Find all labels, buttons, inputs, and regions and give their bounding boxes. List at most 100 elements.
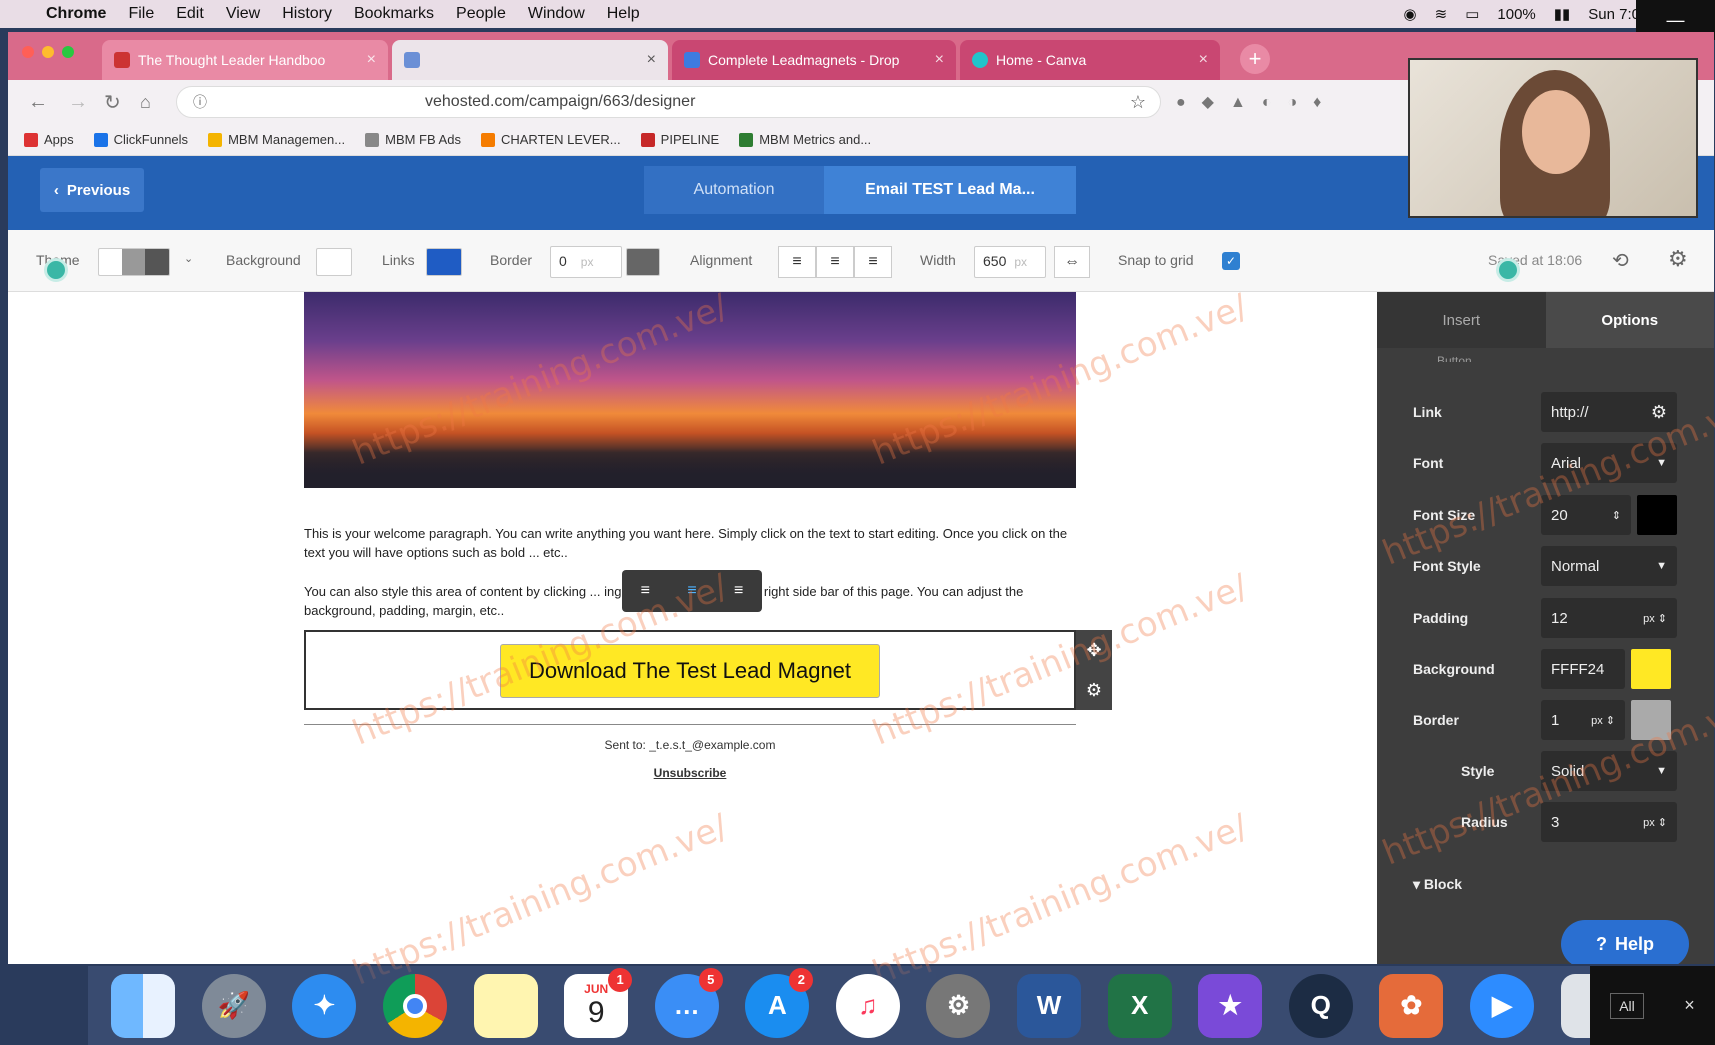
style-select[interactable]: Solid ▼	[1541, 751, 1677, 791]
link-input[interactable]: http:// ⚙	[1541, 392, 1677, 432]
word-icon[interactable]: W	[1017, 973, 1082, 1038]
step-email[interactable]: Email TEST Lead Ma...	[824, 166, 1076, 214]
align-center-icon[interactable]: ≡	[687, 582, 696, 600]
theme-picker[interactable]	[98, 248, 170, 276]
bookmark-mbm-fb-ads[interactable]: MBM FB Ads	[365, 132, 461, 147]
close-icon[interactable]: ×	[1684, 995, 1695, 1016]
bookmark-mbm-metrics[interactable]: MBM Metrics and...	[739, 132, 871, 147]
safari-icon[interactable]: ✦	[292, 973, 357, 1038]
font-select[interactable]: Arial ▼	[1541, 443, 1677, 483]
bookmark-mbm-management[interactable]: MBM Managemen...	[208, 132, 345, 147]
forward-icon[interactable]: →	[68, 91, 88, 114]
close-tab-icon[interactable]: ×	[1199, 51, 1208, 69]
stepper-icon[interactable]: px ⇕	[1591, 714, 1615, 727]
history-icon[interactable]: ⟲	[1612, 248, 1629, 273]
close-window-dot[interactable]	[22, 46, 34, 58]
info-icon[interactable]: ⓘ	[193, 92, 207, 112]
background-color-swatch[interactable]	[1631, 649, 1671, 689]
border-input[interactable]: 1 px ⇕	[1541, 700, 1625, 740]
width-input[interactable]: 650 px	[974, 246, 1046, 278]
messages-icon[interactable]: … 5	[654, 967, 723, 1038]
battery-icon[interactable]: ▮▮	[1554, 5, 1571, 23]
zoom-icon[interactable]: ▶	[1469, 973, 1534, 1038]
tab-thought-leader[interactable]: The Thought Leader Handboo ×	[102, 40, 388, 80]
record-icon[interactable]: ◉	[1404, 5, 1417, 23]
menu-file[interactable]: File	[128, 5, 154, 23]
font-style-select[interactable]: Normal ▼	[1541, 546, 1677, 586]
finder-icon[interactable]	[111, 973, 176, 1038]
quicktime-icon[interactable]: Q	[1288, 973, 1353, 1038]
app-store-icon[interactable]: A2	[745, 967, 814, 1038]
minimize-window-dot[interactable]	[42, 46, 54, 58]
welcome-paragraph[interactable]: This is your welcome paragraph. You can …	[304, 524, 1076, 562]
stepper-icon[interactable]: px ⇕	[1643, 816, 1667, 829]
snap-to-grid-checkbox[interactable]: ✓	[1222, 252, 1240, 270]
new-tab-button[interactable]: +	[1240, 44, 1270, 74]
close-tab-icon[interactable]: ×	[647, 51, 656, 69]
airplay-icon[interactable]: ▭	[1465, 5, 1479, 23]
full-width-toggle-icon[interactable]: ⇔	[1054, 246, 1090, 278]
close-tab-icon[interactable]: ×	[367, 51, 376, 69]
bookmark-clickfunnels[interactable]: ClickFunnels	[93, 132, 188, 147]
tab-insert[interactable]: Insert	[1377, 292, 1546, 348]
menu-window[interactable]: Window	[528, 5, 585, 23]
block-section-toggle[interactable]: ▾ Block	[1413, 876, 1462, 893]
notes-icon[interactable]	[473, 973, 538, 1038]
chrome-icon[interactable]	[383, 973, 448, 1038]
back-icon[interactable]: ←	[28, 91, 48, 114]
background-color-swatch[interactable]	[316, 248, 352, 276]
bookmark-charten[interactable]: CHARTEN LEVER...	[480, 132, 621, 147]
wifi-icon[interactable]: ≋	[1435, 5, 1448, 23]
url-field[interactable]: ⓘ vehosted.com/campaign/663/designer ☆	[176, 86, 1161, 118]
launchpad-icon[interactable]: 🚀	[201, 973, 266, 1038]
tab-options[interactable]: Options	[1545, 292, 1714, 348]
align-right-icon[interactable]: ≡	[734, 582, 743, 600]
menu-view[interactable]: View	[226, 5, 260, 23]
padding-input[interactable]: 12 px ⇕	[1541, 598, 1677, 638]
imovie-icon[interactable]: ★	[1198, 973, 1263, 1038]
menu-help[interactable]: Help	[607, 5, 640, 23]
settings-gear-icon[interactable]: ⚙	[1668, 246, 1688, 272]
tab-designer-active[interactable]: ×	[392, 40, 668, 80]
extension-icons[interactable]: ●◆▲◐◑♦	[1176, 92, 1337, 112]
button-block[interactable]: Download The Test Lead Magnet	[304, 630, 1076, 710]
header-image[interactable]	[304, 292, 1076, 488]
font-color-swatch[interactable]	[1637, 495, 1677, 535]
tab-home-canva[interactable]: Home - Canva ×	[960, 40, 1220, 80]
close-tab-icon[interactable]: ×	[935, 51, 944, 69]
menu-people[interactable]: People	[456, 5, 506, 23]
download-lead-magnet-button[interactable]: Download The Test Lead Magnet	[500, 644, 880, 698]
move-icon[interactable]: ✥	[1086, 640, 1101, 661]
calendar-icon[interactable]: JUN 9 1	[564, 967, 633, 1038]
unsubscribe-link[interactable]: Unsubscribe	[304, 766, 1076, 780]
gear-icon[interactable]: ⚙	[1651, 402, 1667, 423]
previous-button[interactable]: ‹ Previous	[40, 168, 144, 212]
border-color-swatch[interactable]	[1631, 700, 1671, 740]
menu-history[interactable]: History	[282, 5, 332, 23]
bookmark-star-icon[interactable]: ☆	[1130, 92, 1146, 113]
chevron-down-icon[interactable]: ⌄	[184, 252, 193, 265]
step-automation[interactable]: Automation	[644, 166, 824, 214]
radius-input[interactable]: 3 px ⇕	[1541, 802, 1677, 842]
help-button[interactable]: ? Help	[1561, 920, 1689, 964]
zoom-window-dot[interactable]	[62, 46, 74, 58]
stepper-icon[interactable]: px ⇕	[1643, 612, 1667, 625]
menu-chrome[interactable]: Chrome	[46, 5, 106, 23]
font-size-input[interactable]: 20 ⇕	[1541, 495, 1631, 535]
border-width-input[interactable]: 0 px	[550, 246, 622, 278]
align-center-button[interactable]: ≡	[816, 246, 854, 278]
tab-complete-leadmagnets[interactable]: Complete Leadmagnets - Drop ×	[672, 40, 956, 80]
bookmark-pipeline[interactable]: PIPELINE	[640, 132, 719, 147]
align-left-button[interactable]: ≡	[778, 246, 816, 278]
background-hex-input[interactable]: FFFF24	[1541, 649, 1625, 689]
system-preferences-icon[interactable]: ⚙	[926, 973, 991, 1038]
align-right-button[interactable]: ≡	[854, 246, 892, 278]
excel-icon[interactable]: X	[1107, 973, 1172, 1038]
music-icon[interactable]: ♫	[835, 973, 900, 1038]
photo-app-icon[interactable]: ✿	[1379, 973, 1444, 1038]
menu-bookmarks[interactable]: Bookmarks	[354, 5, 434, 23]
border-color-swatch[interactable]	[626, 248, 660, 276]
stepper-icon[interactable]: ⇕	[1612, 509, 1621, 522]
home-icon[interactable]: ⌂	[140, 92, 151, 113]
show-all-button[interactable]: All	[1610, 992, 1644, 1019]
